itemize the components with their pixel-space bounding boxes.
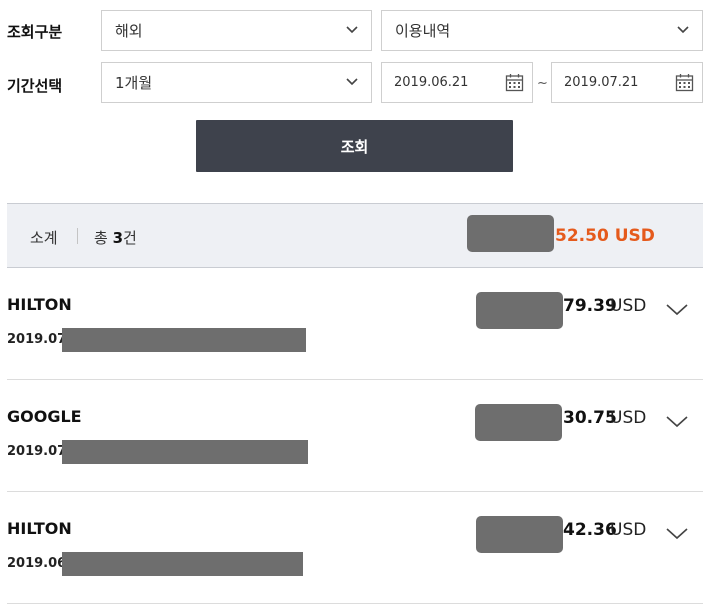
period-select[interactable]: 1개월 [101, 62, 372, 103]
type-select[interactable]: 이용내역 [381, 10, 703, 51]
count-value: 3 [112, 229, 124, 247]
summary-total-amount: 52.50 USD [555, 226, 655, 246]
transaction-currency: USD [610, 408, 647, 428]
merchant-name: GOOGLE [7, 407, 82, 426]
end-date-input[interactable]: 2019.07.21 [551, 62, 703, 103]
redacted-block [476, 292, 563, 329]
transaction-currency: USD [610, 520, 647, 540]
calendar-icon[interactable] [675, 73, 694, 92]
chevron-down-icon[interactable] [665, 525, 689, 541]
transaction-amount: 79.39 [563, 296, 617, 316]
summary-label: 소계 [30, 229, 58, 247]
type-select-value: 이용내역 [395, 22, 451, 40]
date-separator: ~ [537, 76, 548, 91]
redacted-block [475, 404, 562, 441]
chevron-down-icon [346, 26, 358, 34]
category-label: 조회구분 [7, 23, 63, 41]
redacted-block [62, 440, 308, 464]
summary-bar: 소계 총 3건 52.50 USD [7, 203, 703, 268]
region-select-value: 해외 [115, 22, 143, 40]
count-suffix: 건 [123, 229, 137, 247]
chevron-down-icon[interactable] [665, 301, 689, 317]
start-date-value: 2019.06.21 [394, 75, 469, 90]
start-date-input[interactable]: 2019.06.21 [381, 62, 533, 103]
redacted-block [62, 552, 303, 576]
transaction-row[interactable]: HILTON 2019.06. 42.36 USD [0, 492, 714, 604]
chevron-down-icon[interactable] [665, 413, 689, 429]
calendar-icon[interactable] [505, 73, 524, 92]
chevron-down-icon [677, 26, 689, 34]
merchant-name: HILTON [7, 519, 72, 538]
summary-count: 총 3건 [94, 227, 137, 248]
region-select[interactable]: 해외 [101, 10, 372, 51]
row-divider [7, 603, 703, 604]
redacted-block [62, 328, 306, 352]
transaction-amount: 42.36 [563, 520, 617, 540]
redacted-block [467, 215, 554, 252]
transaction-currency: USD [610, 296, 647, 316]
transaction-row[interactable]: GOOGLE 2019.07. 30.75 USD [0, 380, 714, 492]
period-select-value: 1개월 [115, 74, 153, 92]
transaction-row[interactable]: HILTON 2019.07. 79.39 USD [0, 268, 714, 380]
chevron-down-icon [346, 78, 358, 86]
summary-divider [77, 228, 78, 244]
count-prefix: 총 [94, 229, 108, 247]
end-date-value: 2019.07.21 [564, 75, 639, 90]
search-button[interactable]: 조회 [196, 120, 513, 172]
redacted-block [476, 516, 563, 553]
transaction-amount: 30.75 [563, 408, 617, 428]
period-label: 기간선택 [7, 77, 63, 95]
merchant-name: HILTON [7, 295, 72, 314]
